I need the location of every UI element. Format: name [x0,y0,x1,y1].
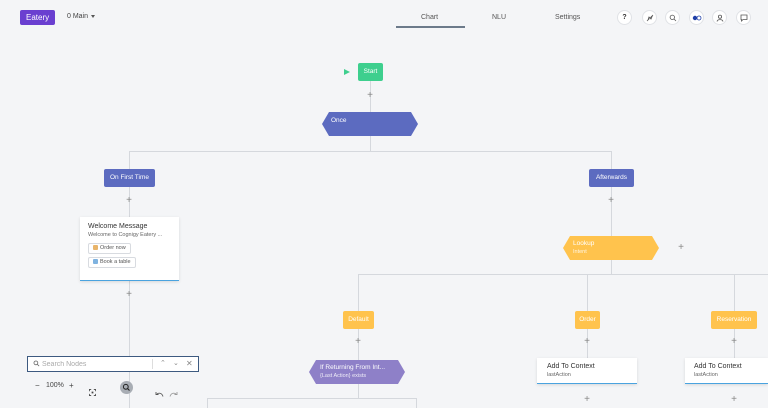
close-icon[interactable]: ✕ [186,359,193,369]
welcome-message-node[interactable]: Welcome Message Welcome to Cognigy Eater… [80,217,179,281]
tab-settings[interactable]: Settings [555,14,580,21]
on-first-time-node[interactable]: On First Time [104,169,155,187]
play-icon[interactable] [344,69,350,75]
calendar-icon [93,258,98,264]
chat-icon[interactable] [736,10,751,25]
burger-icon [93,244,98,250]
node-title: Add To Context [694,363,742,370]
node-title: Lookup [573,240,595,247]
add-node-plus[interactable]: + [606,196,616,206]
add-node-plus[interactable]: + [729,337,739,347]
project-badge[interactable]: Eatery [20,10,56,25]
add-node-plus[interactable]: + [124,196,134,206]
quick-reply-chip-book: Book a table [88,257,136,268]
add-node-plus[interactable]: + [582,337,592,347]
top-bar: Eatery 0 Main Chart NLU Settings ? [0,0,768,34]
add-node-plus[interactable]: + [353,337,363,347]
node-subtitle: lastAction [694,372,718,378]
start-node[interactable]: Start [358,63,383,81]
node-subtitle: Welcome to Cognigy Eatery ... [88,232,163,238]
fit-view-icon[interactable] [89,383,96,396]
search-nodes-input[interactable] [42,359,152,369]
undo-icon[interactable] [155,384,164,402]
help-icon[interactable]: ? [617,10,632,25]
divider [152,359,153,369]
order-node[interactable]: Order [575,311,600,329]
search-nodes-box: ⌃ ⌄ ✕ [27,356,199,372]
flow-name: 0 Main [67,13,89,20]
search-toggle-icon[interactable] [120,381,133,394]
tab-nlu[interactable]: NLU [492,14,506,21]
toggle-icon[interactable] [689,10,704,25]
default-node[interactable]: Default [343,311,374,329]
search-icon[interactable] [665,10,680,25]
user-icon[interactable] [712,10,727,25]
node-title: Welcome Message [88,223,148,230]
node-title: If Returning From Int... [320,364,386,371]
add-to-context-node[interactable]: Add To Context lastAction [537,358,637,384]
node-title: Add To Context [547,363,595,370]
add-node-plus[interactable]: + [124,290,134,300]
node-subtitle: lastAction [547,372,571,378]
chevron-down-icon [91,14,96,18]
add-to-context-node[interactable]: Add To Context lastAction [685,358,768,384]
if-returning-node[interactable]: If Returning From Int... {Last Action} e… [309,360,405,384]
quick-reply-chip-order: Order now [88,243,131,254]
tab-chart[interactable]: Chart [421,14,438,21]
search-icon [33,360,40,367]
reservation-node[interactable]: Reservation [711,311,757,329]
zoom-out-button[interactable]: − [35,381,40,391]
zoom-in-button[interactable]: + [69,381,74,391]
zoom-level: 100% [46,382,64,389]
chevron-down-icon[interactable]: ⌄ [173,359,179,369]
flow-selector[interactable]: 0 Main [67,13,96,20]
chevron-up-icon[interactable]: ⌃ [160,359,166,369]
add-node-plus[interactable]: + [676,243,686,253]
once-label: Once [331,117,347,124]
add-node-plus[interactable]: + [365,91,375,101]
node-subtitle: Intent [573,249,587,255]
add-node-plus[interactable]: + [582,395,592,405]
once-node[interactable]: Once [322,112,418,136]
active-tab-indicator [396,26,465,28]
afterwards-node[interactable]: Afterwards [589,169,634,187]
lookup-node[interactable]: Lookup Intent [563,236,659,260]
redo-icon[interactable] [169,384,178,402]
add-node-plus[interactable]: + [729,395,739,405]
node-subtitle: {Last Action} exists [320,373,367,379]
rocket-icon[interactable] [642,10,657,25]
